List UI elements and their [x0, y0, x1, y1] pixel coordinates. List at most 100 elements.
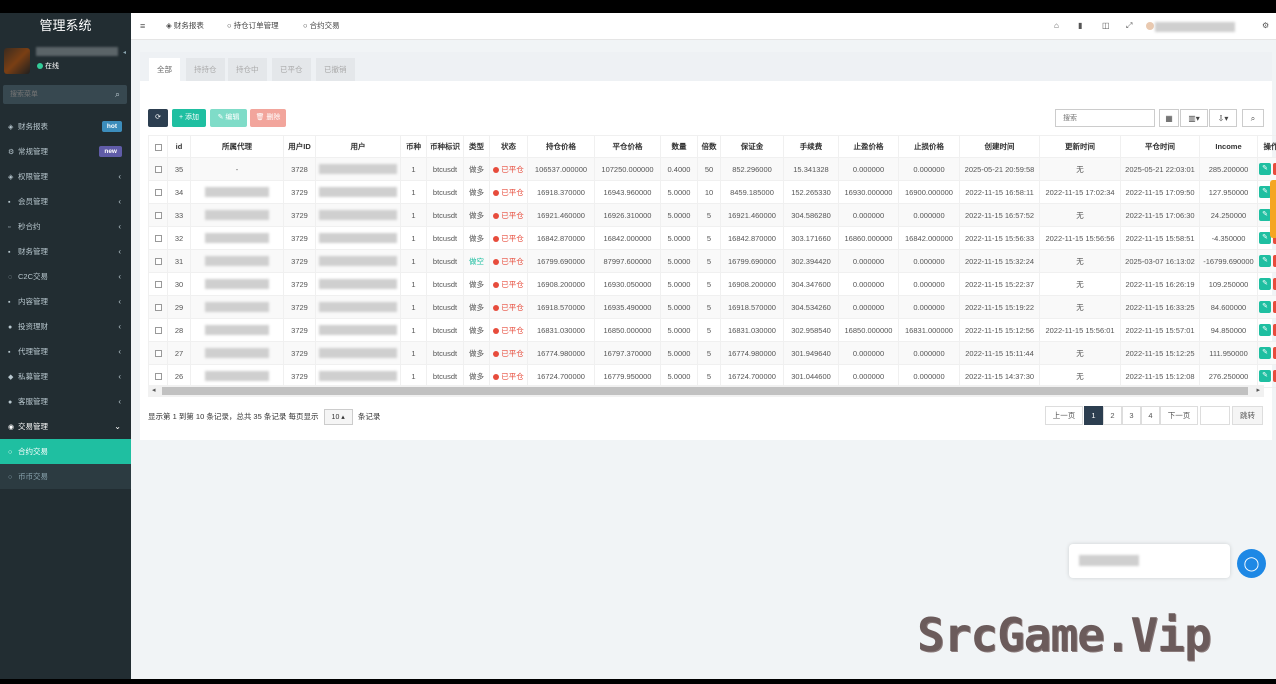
fullscreen-icon[interactable]: ⤢ — [1126, 13, 1132, 40]
language-icon[interactable]: ◫ — [1102, 13, 1110, 40]
add-button[interactable]: + 添加 — [172, 109, 206, 127]
columns-icon[interactable]: ▥▾ — [1180, 109, 1208, 127]
page-size-select[interactable]: 10 ▴ — [323, 409, 353, 425]
goto-page-button[interactable]: 跳转 — [1232, 406, 1263, 425]
edit-icon[interactable]: ✎ — [1259, 324, 1271, 336]
row-checkbox[interactable] — [148, 157, 168, 181]
filter-tab-3[interactable]: 已平仓 — [272, 58, 311, 81]
sidebar-item-14[interactable]: ○ 币币交易 — [0, 464, 131, 489]
export-icon[interactable]: ⇩▾ — [1209, 109, 1237, 127]
table-row[interactable]: 27 3729 1 btcusdt 做多 已平仓 16774.980000 16797.370… — [148, 341, 1276, 365]
column-header[interactable]: 止盈价格 — [838, 135, 899, 158]
sidebar-item-10[interactable]: ◆ 私募管理 ‹ — [0, 364, 131, 389]
page-4-button[interactable]: 4 — [1141, 406, 1160, 425]
column-header[interactable]: 平仓时间 — [1120, 135, 1200, 158]
side-edge-tab[interactable] — [1270, 180, 1276, 238]
avatar-small[interactable] — [1146, 22, 1154, 30]
column-header[interactable]: 类型 — [463, 135, 490, 158]
page-2-button[interactable]: 2 — [1103, 406, 1122, 425]
column-header[interactable]: 保证金 — [720, 135, 784, 158]
prev-page-button[interactable]: 上一页 — [1045, 406, 1083, 425]
column-header[interactable]: 币种标识 — [426, 135, 464, 158]
scroll-right-icon[interactable]: ▸ — [1256, 386, 1260, 394]
edit-icon[interactable]: ✎ — [1259, 278, 1271, 290]
home-icon[interactable]: ⌂ — [1054, 13, 1059, 40]
column-header[interactable]: 更新时间 — [1039, 135, 1121, 158]
sidebar-item-8[interactable]: ● 投资理财 ‹ — [0, 314, 131, 339]
table-row[interactable]: 35-3728 1 btcusdt 做多 已平仓 106537.000000 107250.… — [148, 157, 1276, 181]
filter-tab-4[interactable]: 已撤销 — [316, 58, 355, 81]
refresh-button[interactable]: ⟳ — [148, 109, 168, 127]
column-header[interactable]: 状态 — [489, 135, 528, 158]
chat-icon[interactable]: ◯ — [1237, 549, 1266, 578]
row-checkbox[interactable] — [148, 341, 168, 365]
page-1-button[interactable]: 1 — [1084, 406, 1103, 425]
column-header[interactable]: 所属代理 — [190, 135, 284, 158]
scroll-left-icon[interactable]: ◂ — [152, 386, 156, 394]
edit-icon[interactable]: ✎ — [1259, 301, 1271, 313]
next-page-button[interactable]: 下一页 — [1160, 406, 1198, 425]
row-checkbox[interactable] — [148, 203, 168, 227]
sidebar-item-7[interactable]: ▪ 内容管理 ‹ — [0, 289, 131, 314]
column-header[interactable]: 创建时间 — [959, 135, 1040, 158]
list-view-icon[interactable]: ▦ — [1159, 109, 1179, 127]
edit-icon[interactable]: ✎ — [1259, 370, 1271, 382]
delete-button[interactable]: 🗑 删除 — [250, 109, 286, 127]
sidebar-item-12[interactable]: ◉ 交易管理 ⌄ — [0, 414, 131, 439]
column-header[interactable]: 持仓价格 — [527, 135, 595, 158]
column-header[interactable]: 数量 — [660, 135, 698, 158]
top-tab-2[interactable]: ○ 合约交易 — [303, 13, 340, 40]
row-checkbox[interactable] — [148, 249, 168, 273]
edit-icon[interactable]: ✎ — [1259, 255, 1271, 267]
menu-toggle-icon[interactable]: ≡ — [140, 13, 145, 40]
column-header[interactable]: 币种 — [400, 135, 427, 158]
goto-page-input[interactable] — [1200, 406, 1230, 425]
table-row[interactable]: 29 3729 1 btcusdt 做多 已平仓 16918.570000 16935.490… — [148, 295, 1276, 319]
row-checkbox[interactable] — [148, 180, 168, 204]
sidebar-item-0[interactable]: ◈ 财务报表 hot — [0, 114, 131, 139]
table-row[interactable]: 30 3729 1 btcusdt 做多 已平仓 16908.200000 16930.050… — [148, 272, 1276, 296]
filter-tab-0[interactable]: 全部 — [149, 58, 180, 81]
column-header[interactable]: id — [167, 135, 191, 158]
username-redacted[interactable] — [1155, 22, 1235, 32]
row-checkbox[interactable] — [148, 226, 168, 250]
edit-button[interactable]: ✎ 编辑 — [210, 109, 247, 127]
scrollbar-thumb[interactable] — [162, 387, 1248, 395]
top-tab-1[interactable]: ○ 持仓订单管理 — [227, 13, 279, 40]
column-header[interactable]: 倍数 — [697, 135, 721, 158]
menu-search-input[interactable] — [3, 85, 103, 104]
table-row[interactable]: 33 3729 1 btcusdt 做多 已平仓 16921.460000 16926.310… — [148, 203, 1276, 227]
row-checkbox[interactable] — [148, 295, 168, 319]
sidebar-item-4[interactable]: ▫ 秒合约 ‹ — [0, 214, 131, 239]
table-search-input[interactable] — [1055, 109, 1155, 127]
trash-icon[interactable]: ▮ — [1078, 13, 1082, 40]
edit-icon[interactable]: ✎ — [1259, 163, 1271, 175]
table-row[interactable]: 32 3729 1 btcusdt 做多 已平仓 16842.870000 16842.000… — [148, 226, 1276, 250]
table-row[interactable]: 28 3729 1 btcusdt 做多 已平仓 16831.030000 16850.000… — [148, 318, 1276, 342]
sidebar-item-9[interactable]: ▪ 代理管理 ‹ — [0, 339, 131, 364]
column-header[interactable]: Income — [1199, 135, 1258, 158]
filter-tab-1[interactable]: 持持仓 — [186, 58, 225, 81]
column-header[interactable]: 用户ID — [283, 135, 316, 158]
top-tab-0[interactable]: ◈ 财务报表 — [166, 13, 204, 40]
row-checkbox[interactable] — [148, 272, 168, 296]
advanced-search-icon[interactable]: ⌕ — [1242, 109, 1264, 127]
sidebar-item-3[interactable]: ▪ 会员管理 ‹ — [0, 189, 131, 214]
sidebar-item-5[interactable]: ▪ 财务管理 ‹ — [0, 239, 131, 264]
sidebar-item-1[interactable]: ⚙ 常规管理 new — [0, 139, 131, 164]
chat-popup[interactable] — [1069, 544, 1230, 578]
edit-icon[interactable]: ✎ — [1259, 347, 1271, 359]
column-header[interactable]: 手续费 — [783, 135, 839, 158]
column-header[interactable]: 平仓价格 — [594, 135, 661, 158]
column-header[interactable]: 止损价格 — [898, 135, 960, 158]
row-checkbox[interactable] — [148, 318, 168, 342]
search-icon[interactable]: ⌕ — [115, 89, 120, 100]
column-header[interactable]: 操作 — [1257, 135, 1276, 158]
sidebar-item-11[interactable]: ● 客服管理 ‹ — [0, 389, 131, 414]
page-3-button[interactable]: 3 — [1122, 406, 1141, 425]
column-header[interactable]: 用户 — [315, 135, 401, 158]
table-row[interactable]: 34 3729 1 btcusdt 做多 已平仓 16918.370000 16943.960… — [148, 180, 1276, 204]
horizontal-scrollbar[interactable]: ◂ ▸ — [148, 385, 1264, 397]
sidebar-item-6[interactable]: ◌ C2C交易 ‹ — [0, 264, 131, 289]
sidebar-item-13[interactable]: ○ 合约交易 — [0, 439, 131, 464]
